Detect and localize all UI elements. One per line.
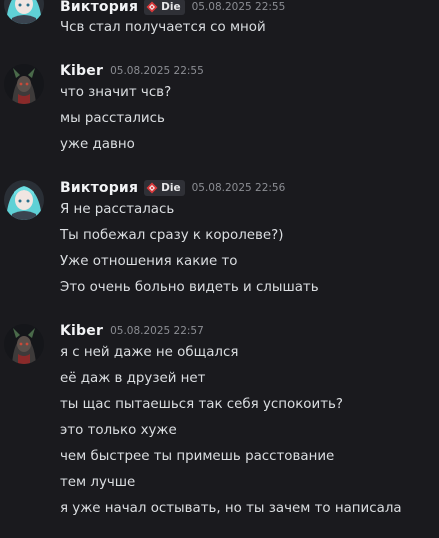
timestamp: 05.08.2025 22:56 [191,182,286,194]
red-diamond-badge-icon [146,1,158,13]
message-text: мы расстались [60,111,165,126]
message-text: тем лучше [60,475,136,490]
message-header: Kiber 05.08.2025 22:55 [60,62,204,80]
author-name[interactable]: Kiber [60,323,103,339]
message-text: Ты побежал сразу к королеве?) [60,228,284,243]
author-name[interactable]: Виктория [60,180,138,196]
red-diamond-badge-icon [146,182,158,194]
avatar-viktoria[interactable] [4,180,44,220]
role-tag-label: Die [161,182,181,194]
message-header: Kiber 05.08.2025 22:57 [60,322,204,340]
author-name[interactable]: Kiber [60,63,103,79]
role-tag[interactable]: Die [144,0,185,15]
author-name[interactable]: Виктория [60,0,138,15]
message-text: что значит чсв? [60,85,172,100]
message-text: её даж в друзей нет [60,371,206,386]
timestamp: 05.08.2025 22:55 [110,65,204,77]
message-text: Чсв стал получается со мной [60,20,266,35]
message-text: Я не рассталась [60,202,175,217]
message-text: я с ней даже не общался [60,345,239,360]
role-tag-label: Die [161,1,181,13]
timestamp: 05.08.2025 22:55 [191,1,286,13]
timestamp: 05.08.2025 22:57 [110,325,204,337]
anime-character-avatar-icon [4,180,44,220]
message-text: я уже начал остывать, но ты зачем то нап… [60,501,402,516]
message-header: Виктория Die 05.08.2025 22:55 [60,0,285,16]
avatar-kiber[interactable] [4,64,44,104]
anime-character-avatar-icon [4,0,44,24]
message-text: ты щас пытаешься так себя успокоить? [60,397,343,412]
message-text: чем быстрее ты примешь расстование [60,449,335,464]
chat-log: Виктория Die 05.08.2025 22:55 Чсв стал п… [0,0,439,538]
dark-creature-avatar-icon [4,324,44,364]
message-text: Это очень больно видеть и слышать [60,280,319,295]
role-tag[interactable]: Die [144,180,185,196]
avatar-viktoria[interactable] [4,0,44,24]
message-header: Виктория Die 05.08.2025 22:56 [60,179,285,197]
dark-creature-avatar-icon [4,64,44,104]
avatar-kiber[interactable] [4,324,44,364]
message-text: это только хуже [60,423,177,438]
message-text: Уже отношения какие то [60,254,238,269]
message-text: уже давно [60,137,135,152]
